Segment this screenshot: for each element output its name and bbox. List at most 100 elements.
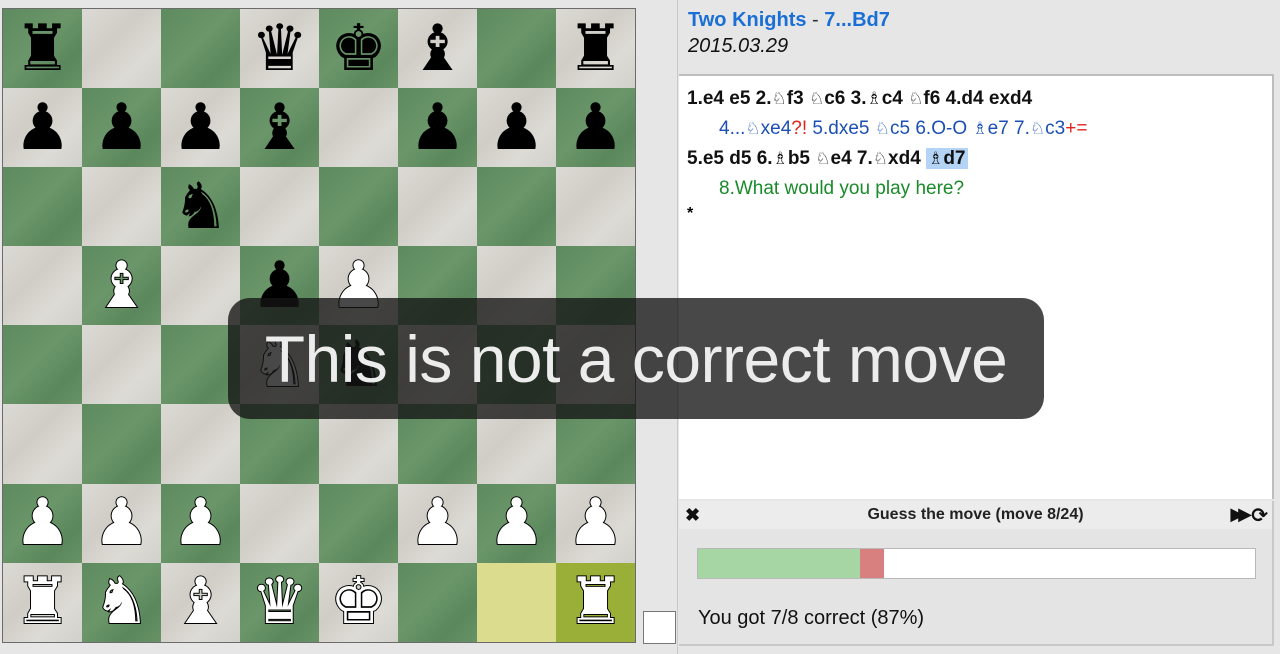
move-text[interactable]: c5 6.O-O — [890, 118, 972, 139]
white-rook-icon[interactable]: ♜ — [13, 569, 72, 635]
square-c2[interactable]: ♟ — [161, 483, 240, 563]
square-c7[interactable]: ♟ — [161, 88, 240, 168]
square-a3[interactable] — [3, 404, 82, 484]
square-d8[interactable]: ♛ — [240, 9, 319, 89]
square-g2[interactable]: ♟ — [477, 483, 556, 563]
notation-panel[interactable]: 1.e4 e5 2.♘f3 ♘c6 3.♗c4 ♘f6 4.d4 exd4 4.… — [679, 74, 1274, 499]
move-text: d7 — [943, 148, 966, 169]
square-b3[interactable] — [82, 404, 161, 484]
mainline-moves-1[interactable]: 1.e4 e5 2.♘f3 ♘c6 3.♗c4 ♘f6 4.d4 exd4 — [687, 84, 1264, 114]
move-text[interactable]: c6 3. — [824, 88, 866, 109]
white-queen-icon[interactable]: ♛ — [250, 569, 309, 635]
square-h2[interactable]: ♟ — [556, 483, 635, 563]
move-text[interactable]: 1.e4 e5 2. — [687, 88, 772, 109]
move-text[interactable]: c4 — [882, 88, 908, 109]
opening-name: Two Knights — [688, 9, 807, 31]
black-rook-icon[interactable]: ♜ — [567, 17, 624, 81]
black-pawn-icon[interactable]: ♟ — [14, 96, 71, 160]
move-text[interactable]: 5.e5 d5 6. — [687, 148, 773, 169]
move-text[interactable]: f6 4.d4 exd4 — [923, 88, 1032, 109]
fast-forward-icon[interactable]: ▶▶ — [1230, 504, 1252, 525]
move-text[interactable]: f3 — [787, 88, 809, 109]
square-f8[interactable]: ♝ — [398, 9, 477, 89]
square-b8[interactable] — [82, 9, 161, 89]
white-pawn-icon[interactable]: ♟ — [171, 490, 230, 556]
black-queen-icon[interactable]: ♛ — [251, 17, 308, 81]
white-knight-icon[interactable]: ♞ — [92, 569, 151, 635]
move-comment: 8.What would you play here? — [719, 178, 965, 199]
black-bishop-icon[interactable]: ♝ — [409, 17, 466, 81]
square-e1[interactable]: ♚ — [319, 562, 398, 642]
square-c8[interactable] — [161, 9, 240, 89]
square-g6[interactable] — [477, 167, 556, 247]
move-text[interactable]: 5.dxe5 — [807, 118, 875, 139]
move-text[interactable]: 4... — [719, 118, 745, 139]
refresh-icon[interactable]: ⟳ — [1251, 503, 1268, 527]
square-a4[interactable] — [3, 325, 82, 405]
move-text[interactable]: xe4 — [761, 118, 792, 139]
square-a6[interactable] — [3, 167, 82, 247]
square-b5[interactable]: ♝ — [82, 246, 161, 326]
black-pawn-icon[interactable]: ♟ — [488, 96, 545, 160]
square-a2[interactable]: ♟ — [3, 483, 82, 563]
square-g1[interactable] — [477, 562, 556, 642]
square-h7[interactable]: ♟ — [556, 88, 635, 168]
move-text[interactable]: e7 7. — [988, 118, 1030, 139]
square-h6[interactable] — [556, 167, 635, 247]
square-e2[interactable] — [319, 483, 398, 563]
square-c6[interactable]: ♞ — [161, 167, 240, 247]
white-rook-icon[interactable]: ♜ — [566, 569, 625, 635]
move-text[interactable]: b5 — [788, 148, 815, 169]
white-king-icon[interactable]: ♚ — [329, 569, 388, 635]
progress-wrong-segment — [860, 549, 884, 578]
square-g8[interactable] — [477, 9, 556, 89]
white-pawn-icon[interactable]: ♟ — [408, 490, 467, 556]
square-b4[interactable] — [82, 325, 161, 405]
square-c1[interactable]: ♝ — [161, 562, 240, 642]
move-text[interactable]: e4 7. — [831, 148, 873, 169]
close-icon[interactable]: ✖ — [685, 505, 700, 526]
black-king-icon[interactable]: ♚ — [330, 17, 387, 81]
black-pawn-icon[interactable]: ♟ — [172, 96, 229, 160]
square-d6[interactable] — [240, 167, 319, 247]
square-d7[interactable]: ♝ — [240, 88, 319, 168]
square-g7[interactable]: ♟ — [477, 88, 556, 168]
variation-line[interactable]: 4...♘xe4?! 5.dxe5 ♘c5 6.O-O ♗e7 7.♘c3+= — [687, 114, 1264, 144]
square-d2[interactable] — [240, 483, 319, 563]
current-move[interactable]: ♗d7 — [926, 148, 968, 169]
square-b7[interactable]: ♟ — [82, 88, 161, 168]
square-e7[interactable] — [319, 88, 398, 168]
square-e6[interactable] — [319, 167, 398, 247]
square-f2[interactable]: ♟ — [398, 483, 477, 563]
white-bishop-icon[interactable]: ♝ — [171, 569, 230, 635]
square-d1[interactable]: ♛ — [240, 562, 319, 642]
white-pawn-icon[interactable]: ♟ — [13, 490, 72, 556]
white-pawn-icon[interactable]: ♟ — [487, 490, 546, 556]
square-h1[interactable]: ♜ — [556, 562, 635, 642]
move-text[interactable]: xd4 — [888, 148, 926, 169]
square-b1[interactable]: ♞ — [82, 562, 161, 642]
square-f7[interactable]: ♟ — [398, 88, 477, 168]
square-a7[interactable]: ♟ — [3, 88, 82, 168]
black-pawn-icon[interactable]: ♟ — [93, 96, 150, 160]
square-f6[interactable] — [398, 167, 477, 247]
mainline-moves-2[interactable]: 5.e5 d5 6.♗b5 ♘e4 7.♘xd4 ♗d7 — [687, 144, 1264, 174]
black-bishop-icon[interactable]: ♝ — [251, 96, 308, 160]
black-knight-icon[interactable]: ♞ — [172, 175, 229, 239]
square-b6[interactable] — [82, 167, 161, 247]
move-text[interactable]: c3 — [1045, 118, 1065, 139]
black-pawn-icon[interactable]: ♟ — [567, 96, 624, 160]
square-c3[interactable] — [161, 404, 240, 484]
square-h8[interactable]: ♜ — [556, 9, 635, 89]
square-a1[interactable]: ♜ — [3, 562, 82, 642]
square-b2[interactable]: ♟ — [82, 483, 161, 563]
black-rook-icon[interactable]: ♜ — [14, 17, 71, 81]
square-a8[interactable]: ♜ — [3, 9, 82, 89]
white-pawn-icon[interactable]: ♟ — [92, 490, 151, 556]
square-f1[interactable] — [398, 562, 477, 642]
square-e8[interactable]: ♚ — [319, 9, 398, 89]
white-pawn-icon[interactable]: ♟ — [566, 490, 625, 556]
white-bishop-icon[interactable]: ♝ — [92, 253, 151, 319]
square-a5[interactable] — [3, 246, 82, 326]
black-pawn-icon[interactable]: ♟ — [409, 96, 466, 160]
